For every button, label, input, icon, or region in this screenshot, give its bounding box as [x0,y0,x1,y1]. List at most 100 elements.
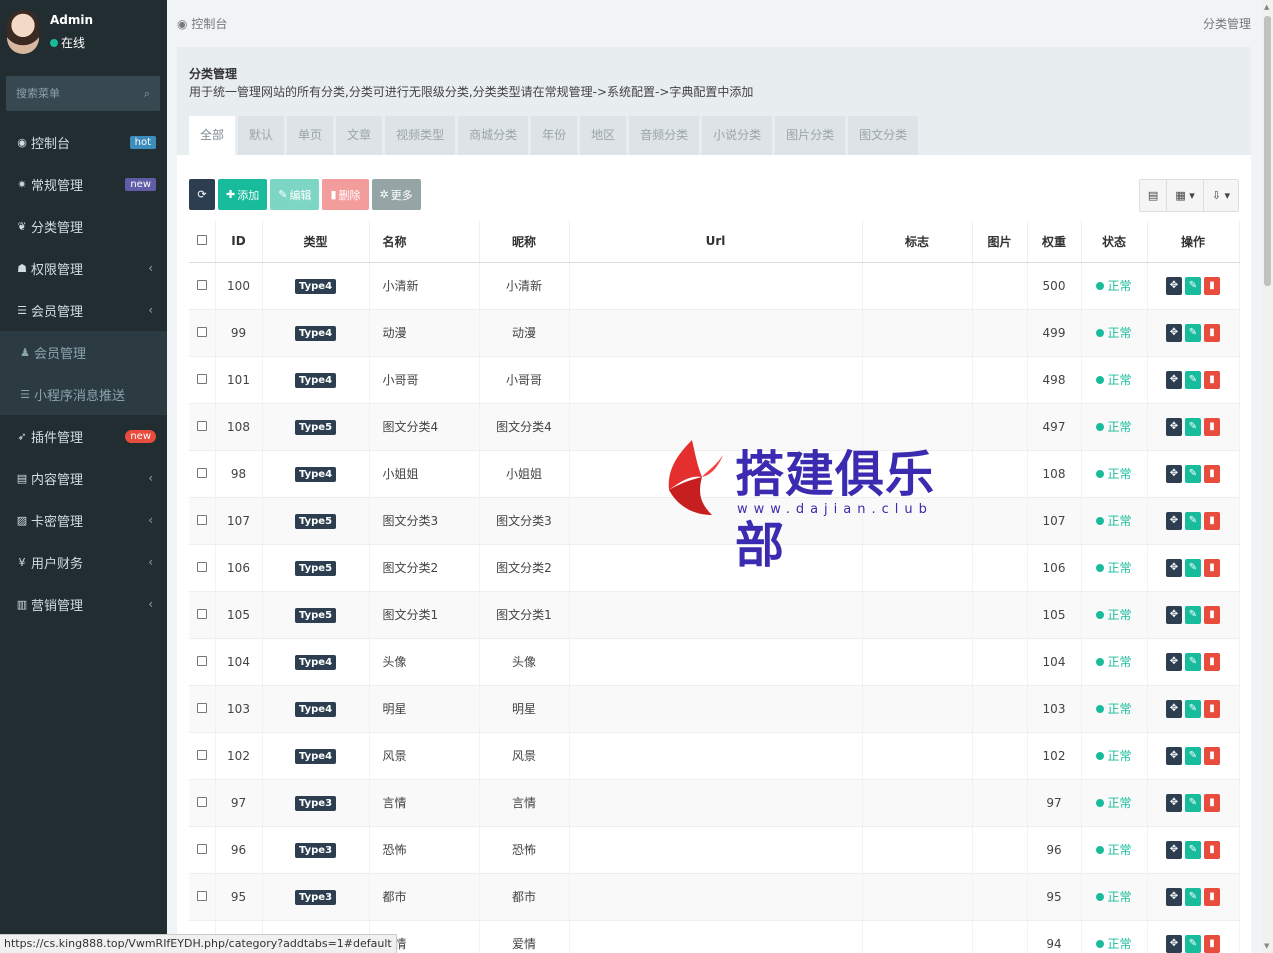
sidebar-item-general[interactable]: ✷ 常规管理 new [0,163,167,205]
row-checkbox[interactable] [196,561,207,572]
row-select-cell[interactable] [189,544,216,592]
row-delete-button[interactable]: ▮ [1204,793,1220,812]
col-name[interactable]: 名称 [369,221,480,263]
status-badge[interactable]: 正常 [1096,794,1132,811]
sidebar-item-member[interactable]: ☰ 会员管理 ‹ [0,289,167,331]
row-edit-button[interactable]: ✎ [1185,840,1201,859]
row-edit-button[interactable]: ✎ [1185,417,1201,436]
table-row[interactable]: 96 Type3 恐怖 恐怖 96 正常 ✥ ✎ ▮ [189,826,1240,874]
drag-sort-button[interactable]: ✥ [1166,558,1182,577]
status-badge[interactable]: 正常 [1096,747,1132,764]
row-select-cell[interactable] [189,450,216,498]
row-edit-button[interactable]: ✎ [1185,370,1201,389]
col-status[interactable]: 状态 [1081,221,1148,263]
tab-all[interactable]: 全部 [189,116,236,155]
row-checkbox[interactable] [196,467,207,478]
row-delete-button[interactable]: ▮ [1204,605,1220,624]
drag-sort-button[interactable]: ✥ [1166,323,1182,342]
status-badge[interactable]: 正常 [1096,841,1132,858]
status-badge[interactable]: 正常 [1096,653,1132,670]
sidebar-item-marketing[interactable]: ▥ 营销管理 ‹ [0,583,167,625]
row-edit-button[interactable]: ✎ [1185,511,1201,530]
select-all-checkbox[interactable] [196,235,207,246]
tab-year[interactable]: 年份 [531,116,578,155]
toggle-card-button[interactable]: ▤ [1139,180,1168,211]
scroll-thumb[interactable] [1264,16,1271,286]
row-delete-button[interactable]: ▮ [1204,746,1220,765]
row-delete-button[interactable]: ▮ [1204,276,1220,295]
row-edit-button[interactable]: ✎ [1185,558,1201,577]
sidebar-subitem-member[interactable]: ♟ 会员管理 [0,331,167,373]
page-scrollbar[interactable]: ▲ ▼ [1262,0,1273,953]
row-select-cell[interactable] [189,685,216,733]
status-badge[interactable]: 正常 [1096,935,1132,952]
table-row[interactable]: 97 Type3 言情 言情 97 正常 ✥ ✎ ▮ [189,779,1240,827]
sidebar-subitem-miniprogram-push[interactable]: ☰ 小程序消息推送 [0,373,167,415]
tab-shop[interactable]: 商城分类 [458,116,529,155]
status-badge[interactable]: 正常 [1096,324,1132,341]
row-edit-button[interactable]: ✎ [1185,605,1201,624]
status-badge[interactable]: 正常 [1096,700,1132,717]
row-checkbox[interactable] [196,514,207,525]
tab-novel[interactable]: 小说分类 [702,116,773,155]
drag-sort-button[interactable]: ✥ [1166,746,1182,765]
col-image[interactable]: 图片 [972,221,1028,263]
drag-sort-button[interactable]: ✥ [1166,417,1182,436]
row-checkbox[interactable] [196,608,207,619]
row-checkbox[interactable] [196,843,207,854]
drag-sort-button[interactable]: ✥ [1166,511,1182,530]
sidebar-item-content[interactable]: ▤ 内容管理 ‹ [0,457,167,499]
add-button[interactable]: ✚ 添加 [218,179,268,210]
table-row[interactable]: 95 Type3 都市 都市 95 正常 ✥ ✎ ▮ [189,873,1240,921]
row-select-cell[interactable] [189,356,216,404]
edit-button[interactable]: ✎ 编辑 [270,179,320,210]
sidebar-item-addon[interactable]: ➶ 插件管理 new [0,415,167,457]
table-row[interactable]: 101 Type4 小哥哥 小哥哥 498 正常 ✥ ✎ ▮ [189,356,1240,404]
avatar[interactable] [7,10,39,54]
row-delete-button[interactable]: ▮ [1204,840,1220,859]
row-select-cell[interactable] [189,638,216,686]
status-badge[interactable]: 正常 [1096,559,1132,576]
drag-sort-button[interactable]: ✥ [1166,370,1182,389]
sidebar-item-dashboard[interactable]: ◉ 控制台 hot [0,121,167,163]
row-edit-button[interactable]: ✎ [1185,323,1201,342]
drag-sort-button[interactable]: ✥ [1166,605,1182,624]
sidebar-item-auth[interactable]: ☗ 权限管理 ‹ [0,247,167,289]
tab-page[interactable]: 单页 [287,116,334,155]
col-flag[interactable]: 标志 [862,221,973,263]
table-row[interactable]: 100 Type4 小清新 小清新 500 正常 ✥ ✎ ▮ [189,262,1240,310]
search-icon[interactable]: ⌕ [144,87,150,101]
drag-sort-button[interactable]: ✥ [1166,793,1182,812]
export-button[interactable]: ⇩ ▾ [1203,180,1238,211]
row-edit-button[interactable]: ✎ [1185,934,1201,953]
col-nickname[interactable]: 昵称 [479,221,570,263]
refresh-button[interactable]: ⟳ [189,179,215,210]
table-row[interactable]: 99 Type4 动漫 动漫 499 正常 ✥ ✎ ▮ [189,309,1240,357]
row-delete-button[interactable]: ▮ [1204,934,1220,953]
col-type[interactable]: 类型 [262,221,370,263]
row-checkbox[interactable] [196,655,207,666]
row-edit-button[interactable]: ✎ [1185,887,1201,906]
row-select-cell[interactable] [189,309,216,357]
row-checkbox[interactable] [196,279,207,290]
row-checkbox[interactable] [196,373,207,384]
row-edit-button[interactable]: ✎ [1185,699,1201,718]
row-edit-button[interactable]: ✎ [1185,652,1201,671]
row-edit-button[interactable]: ✎ [1185,464,1201,483]
drag-sort-button[interactable]: ✥ [1166,934,1182,953]
columns-button[interactable]: ▦ ▾ [1167,180,1204,211]
row-checkbox[interactable] [196,796,207,807]
row-delete-button[interactable]: ▮ [1204,699,1220,718]
row-select-cell[interactable] [189,873,216,921]
scroll-down-icon[interactable]: ▼ [1264,942,1269,950]
status-badge[interactable]: 正常 [1096,418,1132,435]
tab-image[interactable]: 图片分类 [775,116,846,155]
tab-video-type[interactable]: 视频类型 [385,116,456,155]
status-badge[interactable]: 正常 [1096,888,1132,905]
status-badge[interactable]: 正常 [1096,465,1132,482]
row-delete-button[interactable]: ▮ [1204,887,1220,906]
drag-sort-button[interactable]: ✥ [1166,840,1182,859]
row-select-cell[interactable] [189,591,216,639]
row-edit-button[interactable]: ✎ [1185,793,1201,812]
table-row[interactable]: 103 Type4 明星 明星 103 正常 ✥ ✎ ▮ [189,685,1240,733]
